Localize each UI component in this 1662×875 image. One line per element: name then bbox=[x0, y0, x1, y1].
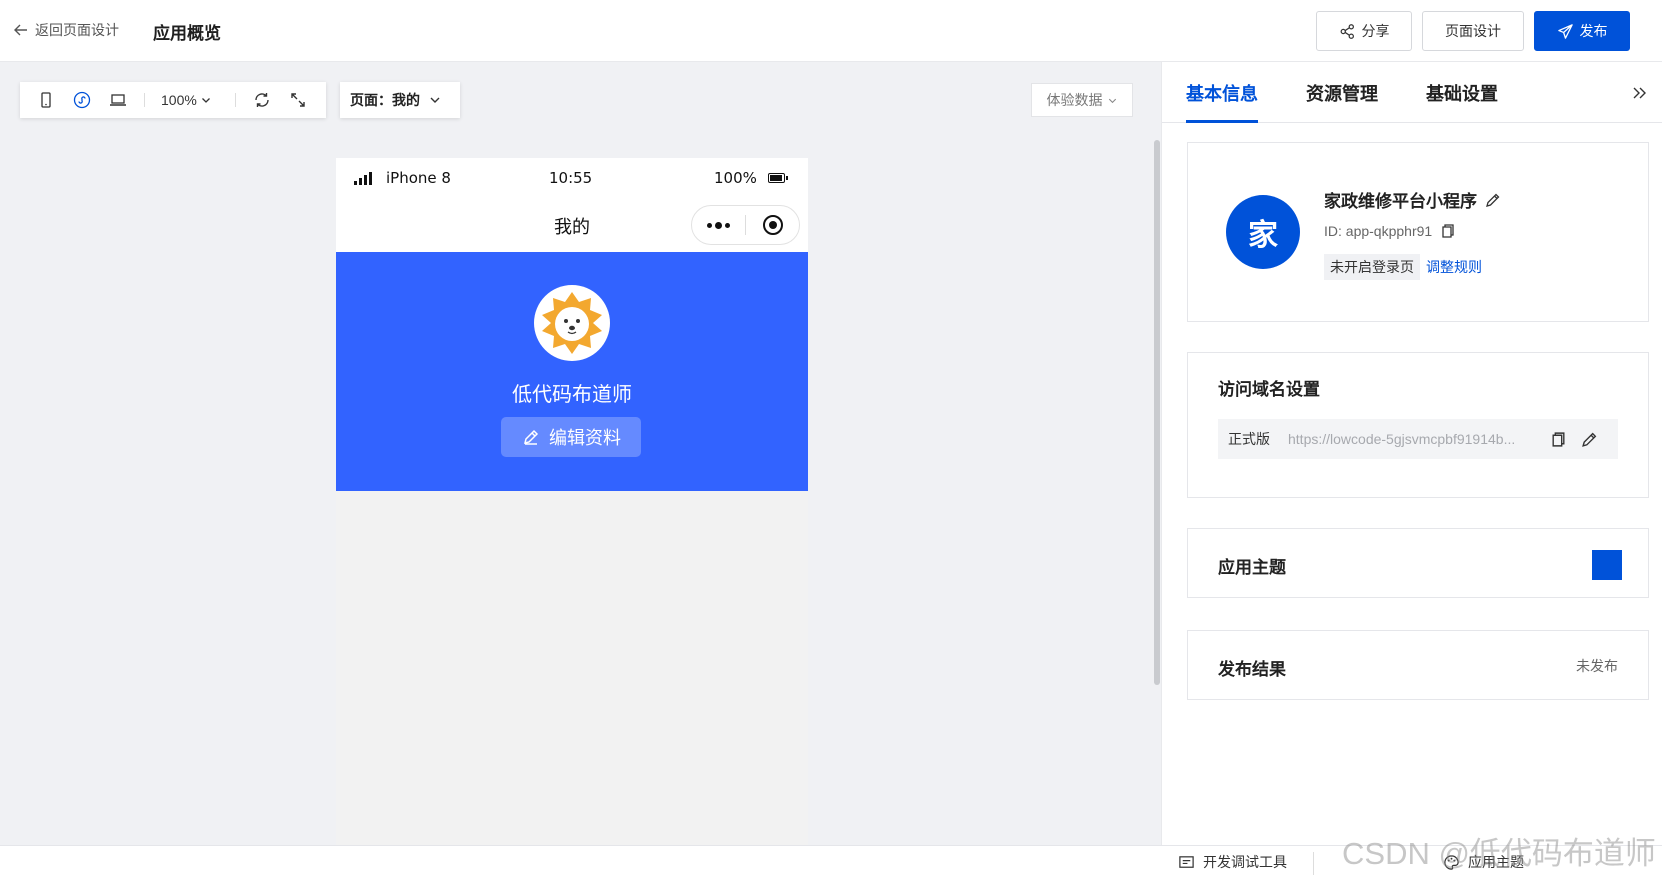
top-bar: 返回页面设计 应用概览 分享 页面设计 发布 bbox=[0, 0, 1662, 62]
edit-icon[interactable] bbox=[1485, 192, 1501, 208]
nav-title: 我的 bbox=[554, 217, 590, 237]
domain-row: 正式版 https://lowcode-5gjsvmcpbf91914b... bbox=[1218, 419, 1618, 459]
expand-icon bbox=[291, 93, 305, 107]
send-icon bbox=[1557, 23, 1573, 39]
domain-settings-card: 访问域名设置 正式版 https://lowcode-5gjsvmcpbf919… bbox=[1187, 352, 1649, 498]
dev-tools-label: 开发调试工具 bbox=[1203, 854, 1287, 870]
page-select[interactable]: 页面：我的 bbox=[340, 82, 460, 118]
experience-data-select[interactable]: 体验数据 bbox=[1031, 83, 1133, 117]
publish-result-card: 发布结果 未发布 bbox=[1187, 630, 1649, 700]
toolbar-divider bbox=[144, 93, 145, 107]
bottom-bar-divider bbox=[1313, 852, 1314, 875]
app-id: ID: app-qkpphr91 bbox=[1324, 223, 1433, 239]
back-to-page-design-link[interactable]: 返回页面设计 bbox=[13, 20, 119, 40]
chevron-down-icon bbox=[430, 97, 440, 103]
login-status-tag: 未开启登录页 bbox=[1324, 254, 1420, 280]
lion-avatar-icon bbox=[542, 292, 602, 354]
battery-percent: 100% bbox=[714, 169, 757, 187]
mobile-icon bbox=[41, 92, 51, 108]
palette-icon bbox=[1444, 854, 1459, 870]
dev-tools-button[interactable]: 开发调试工具 bbox=[1178, 852, 1287, 872]
login-page-row: 未开启登录页 调整规则 bbox=[1324, 254, 1482, 280]
domain-url[interactable]: https://lowcode-5gjsvmcpbf91914b... bbox=[1288, 431, 1536, 447]
adjust-rules-link[interactable]: 调整规则 bbox=[1426, 257, 1482, 277]
zoom-value: 100% bbox=[161, 92, 197, 108]
miniprogram-capsule bbox=[691, 205, 800, 245]
phone-nav-bar: 我的 bbox=[336, 200, 808, 252]
app-name: 家政维修平台小程序 bbox=[1324, 192, 1477, 211]
signal-icon bbox=[354, 172, 372, 185]
publish-status: 未发布 bbox=[1576, 658, 1618, 674]
chevron-down-icon bbox=[201, 98, 210, 103]
app-theme-label: 应用主题 bbox=[1468, 854, 1524, 870]
share-icon bbox=[1340, 23, 1354, 39]
page-design-button[interactable]: 页面设计 bbox=[1422, 11, 1524, 51]
app-theme-button[interactable]: 应用主题 bbox=[1443, 852, 1524, 872]
chevron-down-icon bbox=[1108, 98, 1116, 103]
zoom-select[interactable]: 100% bbox=[161, 92, 215, 108]
page-select-label: 页面：我的 bbox=[350, 92, 420, 108]
app-theme-title: 应用主题 bbox=[1218, 558, 1286, 577]
copy-icon[interactable] bbox=[1440, 223, 1456, 239]
edit-icon[interactable] bbox=[1581, 431, 1598, 448]
device-toolbar: 100% bbox=[20, 82, 326, 118]
tab-basic-settings[interactable]: 基础设置 bbox=[1426, 80, 1498, 120]
app-overview-panel: 基本信息 资源管理 基础设置 家 家政维修平台小程序 ID: app-qkpph… bbox=[1161, 62, 1662, 845]
battery-icon bbox=[768, 173, 788, 183]
tab-resource-management[interactable]: 资源管理 bbox=[1306, 80, 1378, 120]
back-label: 返回页面设计 bbox=[35, 22, 119, 38]
more-icon[interactable] bbox=[692, 221, 745, 229]
bottom-bar: 开发调试工具 应用主题 bbox=[0, 845, 1662, 875]
phone-status-bar: iPhone 8 10:55 100% bbox=[336, 158, 808, 200]
tab-basic-info[interactable]: 基本信息 bbox=[1186, 80, 1258, 123]
page-title: 应用概览 bbox=[153, 24, 221, 43]
app-logo: 家 bbox=[1226, 195, 1300, 269]
domain-env-label: 正式版 bbox=[1228, 431, 1270, 447]
share-button[interactable]: 分享 bbox=[1316, 11, 1412, 51]
page-design-label: 页面设计 bbox=[1445, 23, 1501, 39]
edit-profile-button[interactable]: 编辑资料 bbox=[501, 417, 641, 457]
arrow-left-icon bbox=[14, 24, 27, 36]
device-name: iPhone 8 bbox=[386, 169, 451, 187]
miniprogram-view-button[interactable] bbox=[72, 90, 92, 110]
experience-data-label: 体验数据 bbox=[1046, 92, 1103, 108]
phone-preview: iPhone 8 10:55 100% 我的 低代码布道师 编辑资料 bbox=[336, 158, 808, 845]
debug-tool-icon bbox=[1179, 855, 1194, 868]
refresh-button[interactable] bbox=[252, 90, 272, 110]
publish-label: 发布 bbox=[1579, 23, 1608, 39]
domain-settings-title: 访问域名设置 bbox=[1218, 380, 1320, 399]
app-name-row: 家政维修平台小程序 bbox=[1324, 187, 1501, 212]
mobile-view-button[interactable] bbox=[36, 90, 56, 110]
toolbar-divider bbox=[235, 93, 236, 107]
publish-result-title: 发布结果 bbox=[1218, 660, 1286, 679]
laptop-icon bbox=[110, 94, 126, 106]
publish-button[interactable]: 发布 bbox=[1534, 11, 1630, 51]
copy-icon[interactable] bbox=[1550, 431, 1567, 448]
desktop-view-button[interactable] bbox=[108, 90, 128, 110]
refresh-icon bbox=[255, 93, 269, 107]
miniprogram-icon bbox=[73, 91, 91, 109]
avatar[interactable] bbox=[534, 285, 610, 361]
theme-color-swatch[interactable] bbox=[1592, 550, 1622, 580]
share-label: 分享 bbox=[1361, 23, 1390, 39]
app-id-row: ID: app-qkpphr91 bbox=[1324, 223, 1456, 239]
close-target-icon[interactable] bbox=[746, 215, 799, 235]
panel-tabs: 基本信息 资源管理 基础设置 bbox=[1162, 62, 1662, 123]
fullscreen-button[interactable] bbox=[288, 90, 308, 110]
collapse-panel-icon[interactable] bbox=[1630, 84, 1648, 102]
pencil-icon bbox=[523, 429, 539, 445]
preview-canvas: 100% 页面：我的 体验数据 iPhone 8 10:55 100% 我的 低… bbox=[0, 62, 1161, 845]
username: 低代码布道师 bbox=[512, 384, 632, 406]
canvas-scrollbar[interactable] bbox=[1154, 140, 1160, 685]
app-info-card: 家 家政维修平台小程序 ID: app-qkpphr91 未开启登录页 调整规则 bbox=[1187, 142, 1649, 322]
profile-banner: 低代码布道师 编辑资料 bbox=[336, 252, 808, 491]
status-time: 10:55 bbox=[549, 169, 593, 187]
edit-profile-label: 编辑资料 bbox=[549, 428, 621, 448]
app-theme-card: 应用主题 bbox=[1187, 528, 1649, 598]
